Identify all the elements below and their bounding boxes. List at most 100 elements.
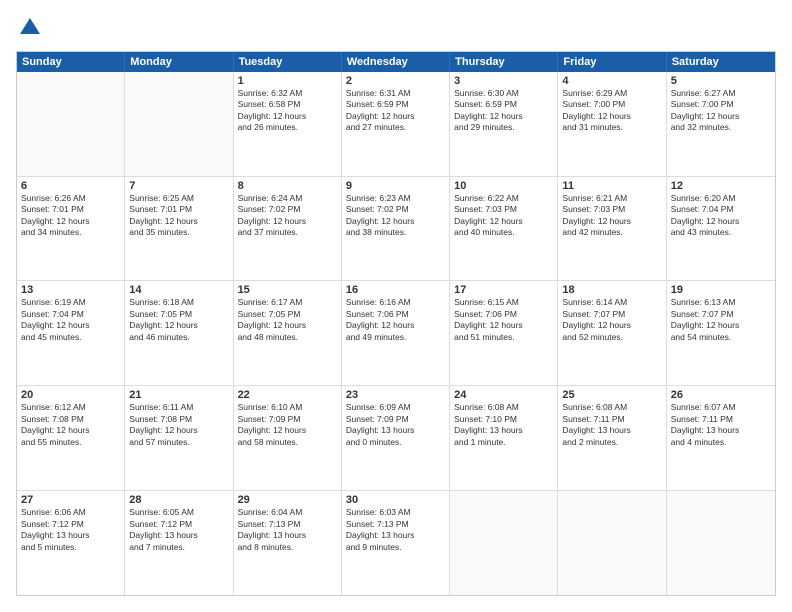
- cell-date-number: 2: [346, 75, 445, 87]
- cell-daylight-info: Sunrise: 6:17 AM Sunset: 7:05 PM Dayligh…: [238, 297, 337, 343]
- cell-date-number: 14: [129, 284, 228, 296]
- calendar-cell: 23Sunrise: 6:09 AM Sunset: 7:09 PM Dayli…: [342, 386, 450, 490]
- calendar-body: 1Sunrise: 6:32 AM Sunset: 6:58 PM Daylig…: [17, 72, 775, 595]
- cell-daylight-info: Sunrise: 6:08 AM Sunset: 7:11 PM Dayligh…: [562, 402, 661, 448]
- cell-daylight-info: Sunrise: 6:09 AM Sunset: 7:09 PM Dayligh…: [346, 402, 445, 448]
- calendar-cell: 25Sunrise: 6:08 AM Sunset: 7:11 PM Dayli…: [558, 386, 666, 490]
- calendar-week-1: 1Sunrise: 6:32 AM Sunset: 6:58 PM Daylig…: [17, 72, 775, 176]
- calendar-cell: 24Sunrise: 6:08 AM Sunset: 7:10 PM Dayli…: [450, 386, 558, 490]
- calendar-cell: 19Sunrise: 6:13 AM Sunset: 7:07 PM Dayli…: [667, 281, 775, 385]
- cell-date-number: 20: [21, 389, 120, 401]
- calendar-cell: 16Sunrise: 6:16 AM Sunset: 7:06 PM Dayli…: [342, 281, 450, 385]
- cell-date-number: 5: [671, 75, 771, 87]
- cell-date-number: 25: [562, 389, 661, 401]
- cell-date-number: 11: [562, 180, 661, 192]
- calendar-cell: 1Sunrise: 6:32 AM Sunset: 6:58 PM Daylig…: [234, 72, 342, 176]
- cell-daylight-info: Sunrise: 6:04 AM Sunset: 7:13 PM Dayligh…: [238, 507, 337, 553]
- cell-date-number: 26: [671, 389, 771, 401]
- cell-daylight-info: Sunrise: 6:14 AM Sunset: 7:07 PM Dayligh…: [562, 297, 661, 343]
- cell-date-number: 12: [671, 180, 771, 192]
- cell-daylight-info: Sunrise: 6:24 AM Sunset: 7:02 PM Dayligh…: [238, 193, 337, 239]
- calendar-week-5: 27Sunrise: 6:06 AM Sunset: 7:12 PM Dayli…: [17, 490, 775, 595]
- cell-daylight-info: Sunrise: 6:12 AM Sunset: 7:08 PM Dayligh…: [21, 402, 120, 448]
- calendar-cell: 12Sunrise: 6:20 AM Sunset: 7:04 PM Dayli…: [667, 177, 775, 281]
- calendar-cell: 22Sunrise: 6:10 AM Sunset: 7:09 PM Dayli…: [234, 386, 342, 490]
- calendar-cell: 6Sunrise: 6:26 AM Sunset: 7:01 PM Daylig…: [17, 177, 125, 281]
- calendar-cell: 21Sunrise: 6:11 AM Sunset: 7:08 PM Dayli…: [125, 386, 233, 490]
- calendar-cell: 17Sunrise: 6:15 AM Sunset: 7:06 PM Dayli…: [450, 281, 558, 385]
- cell-date-number: 1: [238, 75, 337, 87]
- cell-date-number: 18: [562, 284, 661, 296]
- calendar-cell: [558, 491, 666, 595]
- cell-daylight-info: Sunrise: 6:26 AM Sunset: 7:01 PM Dayligh…: [21, 193, 120, 239]
- cell-daylight-info: Sunrise: 6:21 AM Sunset: 7:03 PM Dayligh…: [562, 193, 661, 239]
- calendar-cell: 18Sunrise: 6:14 AM Sunset: 7:07 PM Dayli…: [558, 281, 666, 385]
- cell-date-number: 17: [454, 284, 553, 296]
- cell-date-number: 21: [129, 389, 228, 401]
- cell-daylight-info: Sunrise: 6:16 AM Sunset: 7:06 PM Dayligh…: [346, 297, 445, 343]
- cell-daylight-info: Sunrise: 6:08 AM Sunset: 7:10 PM Dayligh…: [454, 402, 553, 448]
- calendar-header-row: SundayMondayTuesdayWednesdayThursdayFrid…: [17, 52, 775, 72]
- cell-date-number: 30: [346, 494, 445, 506]
- cell-date-number: 10: [454, 180, 553, 192]
- cell-daylight-info: Sunrise: 6:29 AM Sunset: 7:00 PM Dayligh…: [562, 88, 661, 134]
- cell-daylight-info: Sunrise: 6:18 AM Sunset: 7:05 PM Dayligh…: [129, 297, 228, 343]
- calendar-cell: 11Sunrise: 6:21 AM Sunset: 7:03 PM Dayli…: [558, 177, 666, 281]
- day-header-monday: Monday: [125, 52, 233, 72]
- calendar-cell: 30Sunrise: 6:03 AM Sunset: 7:13 PM Dayli…: [342, 491, 450, 595]
- calendar-cell: [450, 491, 558, 595]
- calendar-week-4: 20Sunrise: 6:12 AM Sunset: 7:08 PM Dayli…: [17, 385, 775, 490]
- calendar-cell: 15Sunrise: 6:17 AM Sunset: 7:05 PM Dayli…: [234, 281, 342, 385]
- cell-date-number: 24: [454, 389, 553, 401]
- day-header-sunday: Sunday: [17, 52, 125, 72]
- calendar-cell: [17, 72, 125, 176]
- cell-daylight-info: Sunrise: 6:22 AM Sunset: 7:03 PM Dayligh…: [454, 193, 553, 239]
- cell-daylight-info: Sunrise: 6:10 AM Sunset: 7:09 PM Dayligh…: [238, 402, 337, 448]
- cell-date-number: 28: [129, 494, 228, 506]
- calendar-cell: 3Sunrise: 6:30 AM Sunset: 6:59 PM Daylig…: [450, 72, 558, 176]
- cell-date-number: 3: [454, 75, 553, 87]
- cell-daylight-info: Sunrise: 6:27 AM Sunset: 7:00 PM Dayligh…: [671, 88, 771, 134]
- calendar-cell: 27Sunrise: 6:06 AM Sunset: 7:12 PM Dayli…: [17, 491, 125, 595]
- calendar-cell: 2Sunrise: 6:31 AM Sunset: 6:59 PM Daylig…: [342, 72, 450, 176]
- calendar-cell: 4Sunrise: 6:29 AM Sunset: 7:00 PM Daylig…: [558, 72, 666, 176]
- logo: [16, 16, 42, 41]
- cell-date-number: 6: [21, 180, 120, 192]
- cell-date-number: 27: [21, 494, 120, 506]
- calendar-cell: 20Sunrise: 6:12 AM Sunset: 7:08 PM Dayli…: [17, 386, 125, 490]
- cell-daylight-info: Sunrise: 6:32 AM Sunset: 6:58 PM Dayligh…: [238, 88, 337, 134]
- cell-date-number: 4: [562, 75, 661, 87]
- cell-date-number: 29: [238, 494, 337, 506]
- cell-date-number: 16: [346, 284, 445, 296]
- cell-daylight-info: Sunrise: 6:05 AM Sunset: 7:12 PM Dayligh…: [129, 507, 228, 553]
- cell-date-number: 7: [129, 180, 228, 192]
- calendar-cell: 8Sunrise: 6:24 AM Sunset: 7:02 PM Daylig…: [234, 177, 342, 281]
- cell-daylight-info: Sunrise: 6:30 AM Sunset: 6:59 PM Dayligh…: [454, 88, 553, 134]
- calendar-cell: 13Sunrise: 6:19 AM Sunset: 7:04 PM Dayli…: [17, 281, 125, 385]
- cell-daylight-info: Sunrise: 6:15 AM Sunset: 7:06 PM Dayligh…: [454, 297, 553, 343]
- cell-daylight-info: Sunrise: 6:11 AM Sunset: 7:08 PM Dayligh…: [129, 402, 228, 448]
- day-header-thursday: Thursday: [450, 52, 558, 72]
- calendar-cell: 26Sunrise: 6:07 AM Sunset: 7:11 PM Dayli…: [667, 386, 775, 490]
- calendar-cell: [667, 491, 775, 595]
- cell-date-number: 13: [21, 284, 120, 296]
- cell-daylight-info: Sunrise: 6:07 AM Sunset: 7:11 PM Dayligh…: [671, 402, 771, 448]
- calendar-week-2: 6Sunrise: 6:26 AM Sunset: 7:01 PM Daylig…: [17, 176, 775, 281]
- cell-date-number: 15: [238, 284, 337, 296]
- calendar-cell: 9Sunrise: 6:23 AM Sunset: 7:02 PM Daylig…: [342, 177, 450, 281]
- cell-daylight-info: Sunrise: 6:06 AM Sunset: 7:12 PM Dayligh…: [21, 507, 120, 553]
- cell-date-number: 23: [346, 389, 445, 401]
- calendar-cell: 29Sunrise: 6:04 AM Sunset: 7:13 PM Dayli…: [234, 491, 342, 595]
- calendar: SundayMondayTuesdayWednesdayThursdayFrid…: [16, 51, 776, 596]
- header: [16, 16, 776, 41]
- day-header-tuesday: Tuesday: [234, 52, 342, 72]
- cell-date-number: 9: [346, 180, 445, 192]
- cell-daylight-info: Sunrise: 6:23 AM Sunset: 7:02 PM Dayligh…: [346, 193, 445, 239]
- cell-daylight-info: Sunrise: 6:31 AM Sunset: 6:59 PM Dayligh…: [346, 88, 445, 134]
- cell-date-number: 22: [238, 389, 337, 401]
- cell-daylight-info: Sunrise: 6:25 AM Sunset: 7:01 PM Dayligh…: [129, 193, 228, 239]
- calendar-cell: 7Sunrise: 6:25 AM Sunset: 7:01 PM Daylig…: [125, 177, 233, 281]
- cell-daylight-info: Sunrise: 6:03 AM Sunset: 7:13 PM Dayligh…: [346, 507, 445, 553]
- calendar-cell: 14Sunrise: 6:18 AM Sunset: 7:05 PM Dayli…: [125, 281, 233, 385]
- calendar-week-3: 13Sunrise: 6:19 AM Sunset: 7:04 PM Dayli…: [17, 280, 775, 385]
